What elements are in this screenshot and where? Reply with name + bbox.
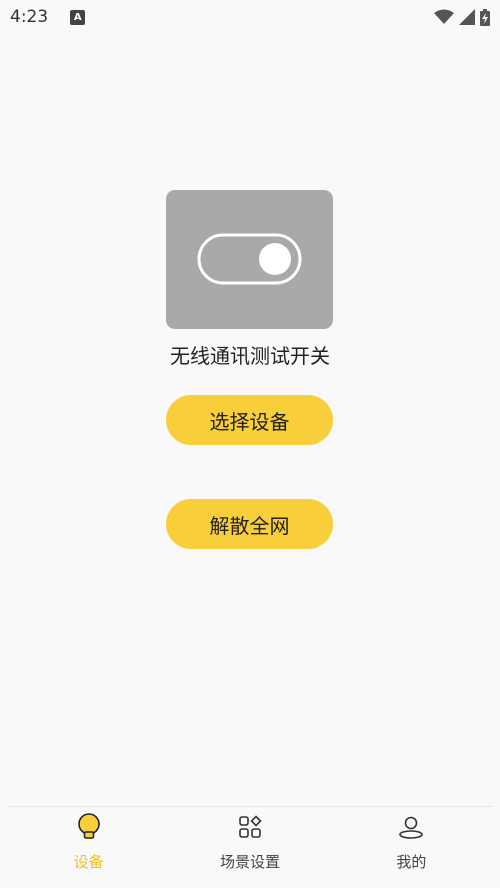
bottom-tab-bar: 设备 场景设置 我的 [8, 806, 492, 888]
notification-icon: A [70, 9, 86, 25]
tab-label: 设备 [73, 853, 104, 871]
lightbulb-icon [76, 813, 102, 841]
status-indicators [434, 8, 490, 26]
battery-icon [480, 8, 490, 26]
device-card[interactable] [166, 190, 333, 329]
device-title: 无线通讯测试开关 [170, 344, 330, 368]
select-device-button[interactable]: 选择设备 [166, 395, 333, 445]
signal-icon [459, 9, 475, 25]
status-time: 4:23 [10, 7, 49, 27]
wifi-icon [434, 9, 454, 24]
person-icon [398, 813, 424, 841]
toggle-switch-icon [197, 233, 302, 285]
dissolve-network-button[interactable]: 解散全网 [166, 499, 333, 549]
tab-mine[interactable]: 我的 [331, 807, 492, 888]
tab-devices[interactable]: 设备 [8, 807, 169, 888]
tab-scene-settings[interactable]: 场景设置 [169, 807, 330, 888]
tab-label: 我的 [396, 853, 427, 871]
grid-icon [238, 813, 262, 841]
tab-label: 场景设置 [219, 853, 280, 871]
status-bar: 4:23 A [0, 0, 500, 34]
